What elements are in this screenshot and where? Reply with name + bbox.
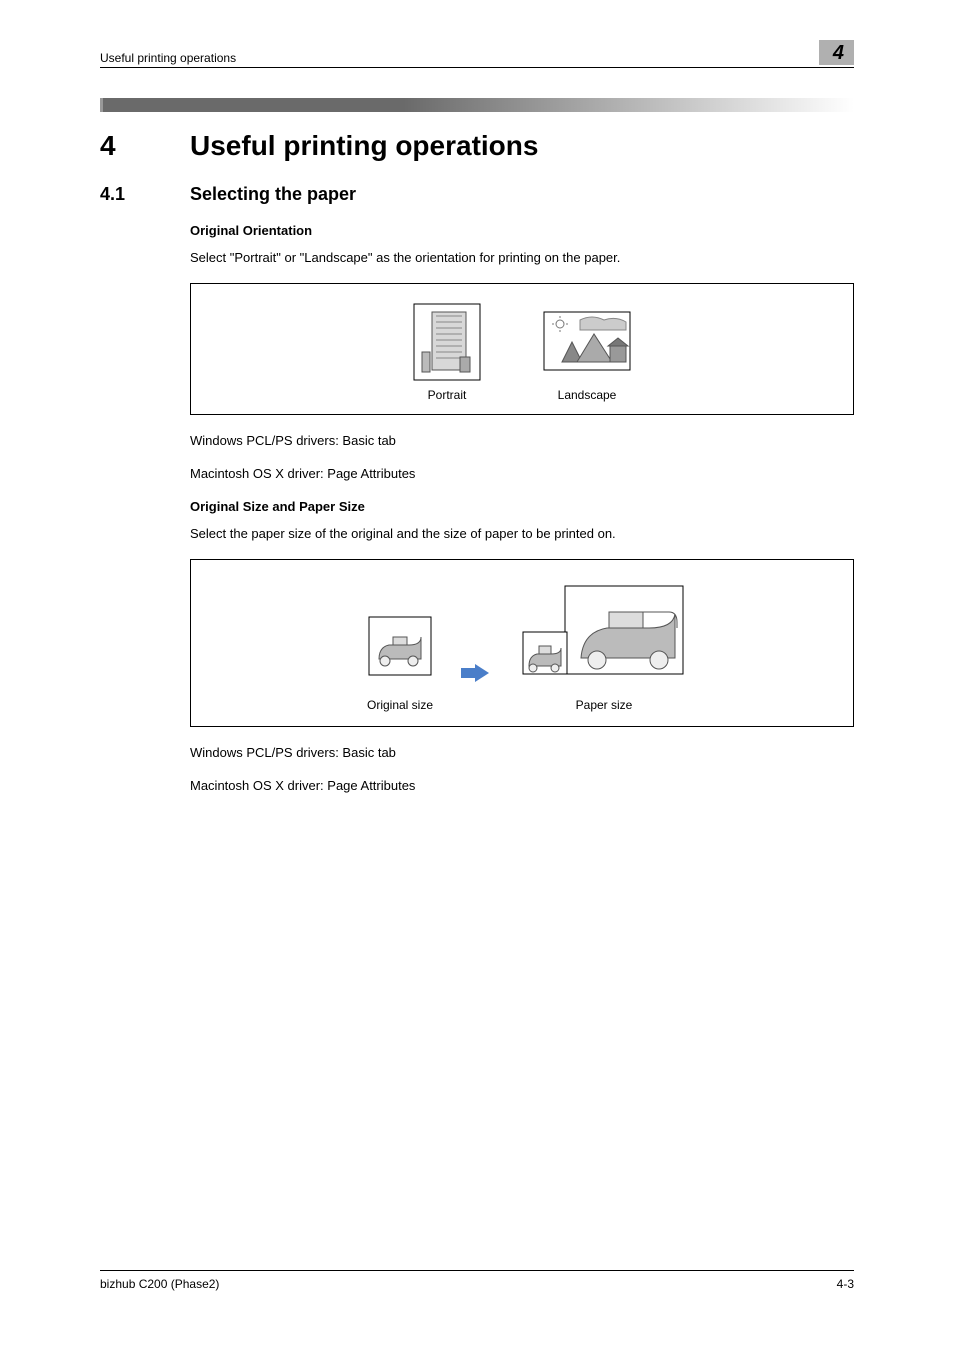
- note-windows-2: Windows PCL/PS drivers: Basic tab: [190, 745, 854, 760]
- para-orientation: Select "Portrait" or "Landscape" as the …: [190, 250, 854, 265]
- figure-landscape: Landscape: [542, 302, 632, 402]
- original-size-icon: [355, 597, 445, 692]
- chapter-heading: 4 Useful printing operations: [100, 130, 854, 162]
- paper-size-icon: [519, 582, 689, 692]
- chapter-number: 4: [100, 130, 190, 162]
- section-title: Selecting the paper: [190, 184, 356, 205]
- page-header: Useful printing operations 4: [100, 40, 854, 68]
- caption-landscape: Landscape: [558, 388, 617, 402]
- section-heading: 4.1 Selecting the paper: [100, 184, 854, 205]
- para-size: Select the paper size of the original an…: [190, 526, 854, 541]
- footer-left: bizhub C200 (Phase2): [100, 1277, 219, 1291]
- subhead-orientation: Original Orientation: [190, 223, 854, 238]
- landscape-icon: [542, 302, 632, 382]
- note-mac-1: Macintosh OS X driver: Page Attributes: [190, 466, 854, 481]
- subhead-size: Original Size and Paper Size: [190, 499, 854, 514]
- decorative-bar: [100, 98, 854, 112]
- page-footer: bizhub C200 (Phase2) 4-3: [100, 1270, 854, 1291]
- figure-paper-size: Paper size: [519, 582, 689, 712]
- figure-size: Original size Paper size: [190, 559, 854, 727]
- figure-orientation: Portrait Landscape: [190, 283, 854, 415]
- running-title: Useful printing operations: [100, 51, 236, 65]
- footer-right: 4-3: [837, 1277, 854, 1291]
- figure-portrait: Portrait: [412, 302, 482, 402]
- caption-paper-size: Paper size: [576, 698, 633, 712]
- section-number: 4.1: [100, 184, 190, 205]
- portrait-icon: [412, 302, 482, 382]
- arrow-icon: [475, 664, 489, 682]
- chapter-badge: 4: [819, 40, 854, 65]
- note-mac-2: Macintosh OS X driver: Page Attributes: [190, 778, 854, 793]
- caption-original-size: Original size: [367, 698, 433, 712]
- chapter-title: Useful printing operations: [190, 130, 538, 162]
- caption-portrait: Portrait: [428, 388, 467, 402]
- figure-original-size: Original size: [355, 597, 445, 712]
- note-windows-1: Windows PCL/PS drivers: Basic tab: [190, 433, 854, 448]
